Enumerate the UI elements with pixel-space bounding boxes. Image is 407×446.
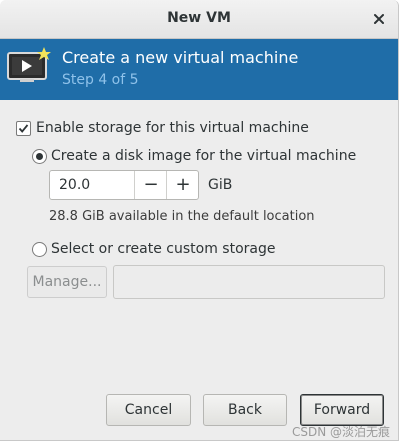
forward-button[interactable]: Forward xyxy=(300,394,384,426)
checkmark-icon xyxy=(18,124,29,133)
available-space-text: 28.8 GiB available in the default locati… xyxy=(49,209,315,224)
custom-storage-label: Select or create custom storage xyxy=(51,241,276,257)
back-button[interactable]: Back xyxy=(203,394,287,426)
dialog-title: New VM xyxy=(167,10,231,26)
increment-button[interactable]: + xyxy=(166,171,199,199)
new-vm-dialog: New VM Create a new virtual machine Step… xyxy=(0,0,399,441)
create-disk-radio[interactable] xyxy=(32,149,47,164)
decrement-button[interactable]: − xyxy=(134,171,167,199)
custom-storage-path-field[interactable] xyxy=(113,265,385,299)
radio-selected-dot xyxy=(36,153,43,160)
wizard-title: Create a new virtual machine xyxy=(62,48,299,67)
disk-size-spinner: − + xyxy=(49,170,199,200)
watermark: CSDN @淡泊无痕 xyxy=(292,425,391,439)
close-icon[interactable] xyxy=(370,10,388,28)
monitor-icon xyxy=(7,47,51,82)
titlebar: New VM xyxy=(0,0,398,39)
manage-button[interactable]: Manage... xyxy=(27,266,107,298)
cancel-button[interactable]: Cancel xyxy=(106,394,191,426)
wizard-header: Create a new virtual machine Step 4 of 5 xyxy=(0,39,398,100)
disk-size-input[interactable] xyxy=(50,171,143,199)
wizard-step: Step 4 of 5 xyxy=(62,72,139,88)
enable-storage-label: Enable storage for this virtual machine xyxy=(36,120,309,136)
custom-storage-radio[interactable] xyxy=(32,242,47,257)
create-disk-label: Create a disk image for the virtual mach… xyxy=(51,148,357,164)
enable-storage-checkbox[interactable] xyxy=(16,121,31,136)
disk-size-unit: GiB xyxy=(208,177,233,193)
